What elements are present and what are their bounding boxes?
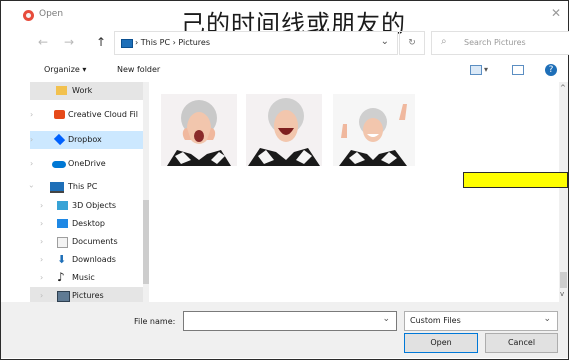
open-button[interactable]: Open xyxy=(404,333,478,353)
this-pc-icon xyxy=(121,39,133,48)
command-toolbar: Organize ▾ New folder ▾ ? xyxy=(0,60,567,82)
highlight-box xyxy=(463,172,568,188)
change-view-icon[interactable] xyxy=(470,65,482,75)
dialog-footer: File name: ⌄ Custom Files ⌄ Open Cancel xyxy=(1,302,568,358)
forward-button[interactable]: → xyxy=(64,35,74,49)
file-name-label: File name: xyxy=(134,317,176,326)
chevron-right-icon[interactable]: › xyxy=(30,135,33,144)
file-name-input[interactable]: ⌄ xyxy=(183,311,397,331)
sidebar-item-onedrive[interactable]: › OneDrive xyxy=(30,155,145,173)
navigation-pane: Work › Creative Cloud Fil › Dropbox › On… xyxy=(27,82,145,305)
chevron-right-icon[interactable]: › xyxy=(40,255,43,264)
refresh-icon: ↻ xyxy=(408,38,416,48)
sidebar-item-downloads[interactable]: › ⬇ Downloads xyxy=(30,251,145,269)
downloads-icon: ⬇ xyxy=(57,253,67,266)
close-icon[interactable]: ✕ xyxy=(551,6,561,20)
pictures-icon xyxy=(57,291,70,302)
this-pc-icon xyxy=(50,182,64,193)
file-type-value: Custom Files xyxy=(410,316,461,325)
navigation-bar: ← → ↑ › This PC › Pictures ⌄ ↻ ⌕ Search … xyxy=(34,31,569,55)
search-placeholder: Search Pictures xyxy=(464,38,526,47)
chevron-down-icon[interactable]: ⌄ xyxy=(543,314,551,324)
sidebar-item-creative-cloud[interactable]: › Creative Cloud Fil xyxy=(30,106,145,124)
chrome-icon xyxy=(23,10,34,21)
chevron-down-icon[interactable]: ⌄ xyxy=(381,36,389,47)
sidebar-item-this-pc[interactable]: › This PC xyxy=(27,178,145,196)
view-dropdown-icon[interactable]: ▾ xyxy=(484,65,488,74)
file-list xyxy=(149,82,559,300)
sidebar-item-documents[interactable]: › Documents xyxy=(30,233,145,251)
chevron-right-icon[interactable]: › xyxy=(30,159,33,168)
search-input[interactable]: ⌕ Search Pictures xyxy=(431,31,569,55)
sidebar-item-music[interactable]: › ♪ Music xyxy=(30,269,145,287)
new-folder-button[interactable]: New folder xyxy=(117,65,160,74)
back-button[interactable]: ← xyxy=(38,35,48,49)
chevron-right-icon[interactable]: › xyxy=(40,201,43,210)
address-bar[interactable]: › This PC › Pictures ⌄ xyxy=(114,31,398,55)
3d-objects-icon xyxy=(57,201,68,210)
sidebar-item-3d-objects[interactable]: › 3D Objects xyxy=(30,197,145,215)
help-icon[interactable]: ? xyxy=(545,64,557,76)
window-title: Open xyxy=(39,9,64,19)
file-list-scrollbar[interactable]: ^ v xyxy=(559,82,568,302)
chevron-down-icon[interactable]: ⌄ xyxy=(382,314,390,324)
file-type-select[interactable]: Custom Files ⌄ xyxy=(404,311,558,331)
cancel-button[interactable]: Cancel xyxy=(485,333,558,353)
photo-thumbnail[interactable] xyxy=(161,94,237,166)
music-icon: ♪ xyxy=(57,270,65,284)
photo-thumbnail[interactable] xyxy=(333,94,415,166)
up-button[interactable]: ↑ xyxy=(96,35,106,49)
organize-button[interactable]: Organize ▾ xyxy=(44,65,86,74)
chevron-down-icon[interactable]: › xyxy=(27,185,36,188)
chevron-right-icon[interactable]: › xyxy=(40,273,43,282)
creative-cloud-icon xyxy=(54,110,65,119)
chevron-right-icon[interactable]: › xyxy=(30,110,33,119)
chevron-right-icon[interactable]: › xyxy=(40,237,43,246)
photo-thumbnail[interactable] xyxy=(246,94,322,166)
desktop-icon xyxy=(57,219,68,228)
preview-pane-icon[interactable] xyxy=(512,65,524,75)
sidebar-item-desktop[interactable]: › Desktop xyxy=(30,215,145,233)
sidebar-item-work[interactable]: Work xyxy=(30,82,145,100)
dropbox-icon xyxy=(53,133,66,146)
address-path: › This PC › Pictures xyxy=(135,38,211,47)
onedrive-icon xyxy=(52,161,66,168)
sidebar-item-dropbox[interactable]: › Dropbox xyxy=(30,131,145,149)
scroll-up-icon[interactable]: ^ xyxy=(560,84,566,92)
folder-icon xyxy=(56,86,67,95)
scroll-down-icon[interactable]: v xyxy=(560,290,564,298)
search-icon: ⌕ xyxy=(441,36,447,47)
chevron-right-icon[interactable]: › xyxy=(40,291,43,300)
chevron-right-icon[interactable]: › xyxy=(40,219,43,228)
documents-icon xyxy=(57,237,68,248)
refresh-button[interactable]: ↻ xyxy=(399,31,425,55)
scrollbar-thumb[interactable] xyxy=(560,272,567,288)
